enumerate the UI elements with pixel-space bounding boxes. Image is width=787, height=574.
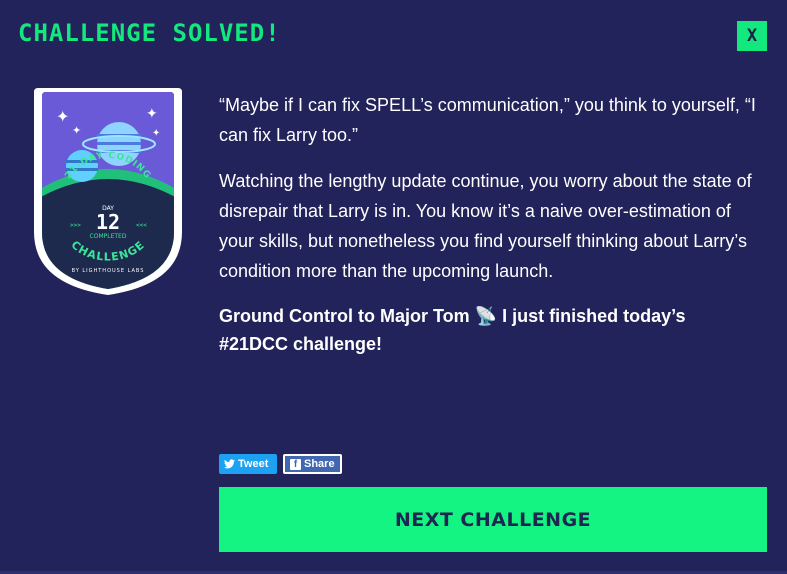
twitter-bird-icon (224, 459, 235, 469)
story-paragraph-1: “Maybe if I can fix SPELL’s communicatio… (219, 95, 756, 145)
facebook-f-icon: f (290, 458, 301, 470)
challenge-badge: ✦ ✦ ✦ ✦ 21-DAY CODING DAY 12 >>> <<< COM… (34, 88, 182, 295)
badge-day-number: 12 (96, 210, 120, 234)
badge-star-2: ✦ (72, 124, 81, 137)
tweet-label: Tweet (238, 458, 269, 470)
next-challenge-button[interactable]: NEXT CHALLENGE (219, 487, 767, 552)
story-text: “Maybe if I can fix SPELL’s communicatio… (219, 90, 759, 374)
close-button[interactable]: X (737, 21, 767, 51)
share-message: Ground Control to Major Tom 📡 I just fin… (219, 302, 759, 358)
badge-star-1: ✦ (56, 107, 69, 126)
modal-title: CHALLENGE SOLVED! (18, 19, 281, 47)
badge-completed-label: COMPLETED (90, 233, 127, 240)
badge-star-3: ✦ (146, 106, 158, 122)
badge-arrows-left: >>> (70, 222, 81, 229)
badge-arrows-right: <<< (136, 222, 147, 229)
badge-star-4: ✦ (152, 128, 160, 139)
challenge-modal: CHALLENGE SOLVED! X ✦ ✦ ✦ ✦ 21-DAY CODIN… (0, 0, 787, 574)
satellite-dish-icon: 📡 (474, 306, 498, 326)
share-message-start: Ground Control to Major Tom (219, 306, 470, 326)
facebook-share-button[interactable]: f Share (283, 454, 342, 474)
facebook-share-label: Share (304, 458, 335, 470)
story-paragraph-2: Watching the lengthy update continue, yo… (219, 171, 752, 281)
badge-byline: BY LIGHTHOUSE LABS (72, 268, 145, 274)
tweet-button[interactable]: Tweet (219, 454, 277, 474)
